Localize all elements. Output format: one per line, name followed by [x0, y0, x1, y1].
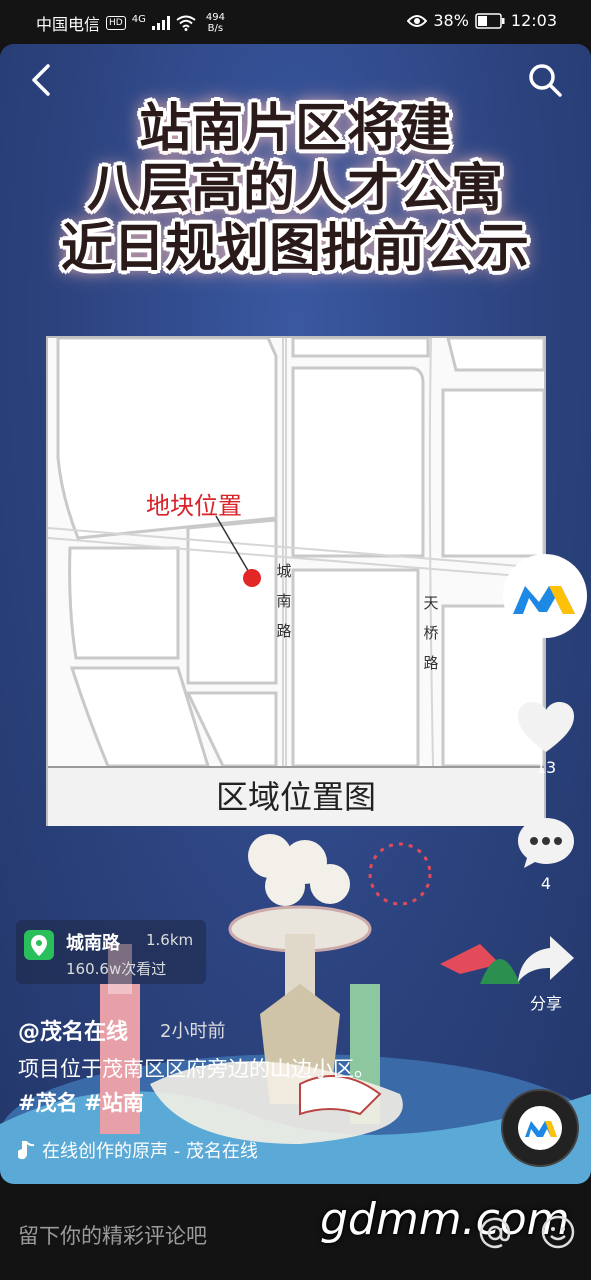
hashtag-zhannan[interactable]: #站南	[84, 1091, 144, 1115]
signal-icon	[151, 16, 170, 30]
map-caption: 区域位置图	[48, 766, 544, 826]
location-tag[interactable]: 城南路 1.6km 160.6w次看过	[16, 920, 206, 984]
road-network	[48, 338, 544, 766]
headline-line-1: 站南片区将建	[138, 99, 451, 159]
plot-location-label: 地块位置	[146, 492, 242, 520]
video-headline: 站南片区将建 八层高的人才公寓 近日规划图批前公示	[20, 99, 570, 279]
back-arrow-icon[interactable]	[26, 62, 56, 98]
location-views: 160.6w次看过	[66, 960, 167, 978]
eye-icon	[407, 14, 428, 27]
watermark: gdmm.com	[320, 1194, 570, 1245]
author-handle[interactable]: @茂名在线	[18, 1014, 128, 1046]
comment-count: 4	[540, 874, 552, 893]
like-count: 13	[535, 758, 557, 777]
road-label-chengnan: 城 南 路	[276, 556, 292, 646]
wifi-icon	[176, 15, 196, 31]
author-avatar[interactable]	[503, 554, 587, 638]
network-type: 4G	[131, 13, 146, 25]
carrier-label: 中国电信	[36, 15, 101, 34]
net-speed-unit: B/s	[207, 23, 224, 34]
music-note-icon	[18, 1141, 35, 1160]
road-char: 路	[423, 654, 439, 672]
clock: 12:03	[510, 11, 557, 30]
emoji-icon[interactable]	[540, 1214, 576, 1250]
search-icon[interactable]	[527, 62, 563, 98]
share-button[interactable]: 分享	[511, 932, 581, 1014]
post-description: 项目位于茂南区区府旁边的山边小区。 #茂名 #站南	[18, 1052, 398, 1120]
map-area: 地块位置 城 南 路 天 桥 路	[48, 338, 544, 766]
battery-percent: 38%	[433, 11, 469, 30]
headline-line-3: 近日规划图批前公示	[60, 219, 529, 279]
headline-line-2: 八层高的人才公寓	[86, 159, 503, 219]
m-logo-icon	[518, 1106, 562, 1150]
comment-bubble-icon	[518, 818, 574, 868]
comment-button[interactable]: 4	[511, 816, 581, 893]
road-char: 路	[276, 622, 292, 640]
comment-bar: 留下你的精彩评论吧 gdmm.com	[0, 1186, 591, 1280]
location-pin-icon	[24, 930, 54, 960]
like-button[interactable]: 13	[511, 700, 581, 777]
plot-marker	[243, 569, 261, 587]
road-char: 桥	[423, 624, 439, 642]
music-title: 在线创作的原声 - 茂名在线	[42, 1141, 258, 1162]
road-char: 南	[276, 592, 292, 610]
comment-input[interactable]: 留下你的精彩评论吧	[18, 1220, 207, 1250]
location-name: 城南路	[66, 933, 120, 954]
description-text: 项目位于茂南区区府旁边的山边小区。	[18, 1057, 375, 1081]
share-label: 分享	[529, 994, 562, 1013]
net-speed-value: 494	[205, 12, 225, 23]
status-bar: 中国电信 HD 4G 494 B/s 38% 12:03	[0, 0, 591, 44]
mention-icon[interactable]	[478, 1216, 512, 1250]
road-char: 天	[423, 594, 439, 612]
music-track[interactable]: 在线创作的原声 - 茂名在线	[18, 1137, 258, 1163]
music-disc[interactable]	[501, 1089, 579, 1167]
road-label-tianqiao: 天 桥 路	[423, 588, 439, 678]
hashtag-maoming[interactable]: #茂名	[18, 1091, 78, 1115]
video-player[interactable]: 站南片区将建 八层高的人才公寓 近日规划图批前公示 地块位置 城 南 路 天 桥…	[0, 44, 591, 1184]
location-distance: 1.6km	[146, 931, 194, 949]
road-char: 城	[276, 562, 292, 580]
hd-badge: HD	[106, 16, 126, 30]
battery-icon	[475, 12, 505, 29]
post-time: 2小时前	[160, 1021, 226, 1042]
share-arrow-icon	[518, 936, 574, 982]
location-map: 地块位置 城 南 路 天 桥 路 区域位置图	[46, 336, 546, 826]
heart-icon	[518, 702, 574, 752]
m-logo-icon	[513, 586, 575, 614]
net-speed: 494 B/s	[206, 12, 225, 34]
